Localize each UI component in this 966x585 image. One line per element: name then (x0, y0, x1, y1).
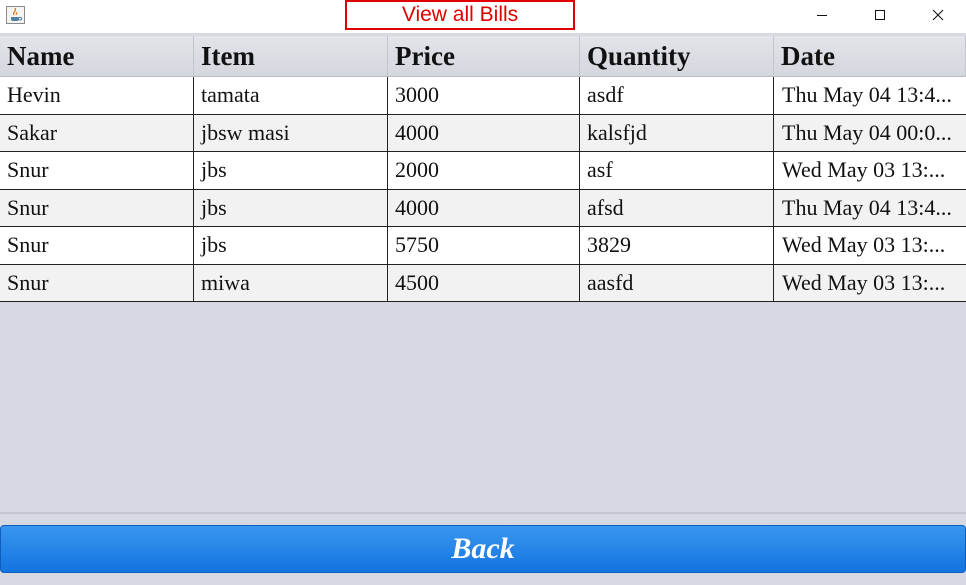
cell-item[interactable]: jbs (194, 227, 388, 264)
bills-table: Name Item Price Quantity Date Hevin tama… (0, 36, 966, 302)
cell-date[interactable]: Thu May 04 13:4... (774, 190, 966, 227)
cell-price[interactable]: 3000 (388, 77, 580, 114)
window-title: View all Bills (345, 0, 575, 30)
cell-date[interactable]: Wed May 03 13:... (774, 265, 966, 302)
cell-price[interactable]: 4500 (388, 264, 580, 301)
table-row[interactable]: Snur miwa 4500 aasfd Wed May 03 13:... (0, 264, 966, 302)
cell-item[interactable]: jbsw masi (194, 114, 388, 151)
cell-quantity[interactable]: aasfd (580, 264, 774, 301)
cell-quantity[interactable]: asf (580, 152, 774, 189)
cell-item[interactable]: tamata (194, 77, 388, 114)
table-row[interactable]: Snur jbs 2000 asf Wed May 03 13:... (0, 152, 966, 190)
cell-price[interactable]: 4000 (388, 189, 580, 226)
close-button[interactable] (909, 0, 966, 30)
close-icon (932, 9, 944, 21)
column-header-name[interactable]: Name (0, 36, 194, 77)
table-row[interactable]: Snur jbs 5750 3829 Wed May 03 13:... (0, 227, 966, 265)
maximize-icon (875, 10, 885, 20)
cell-name[interactable]: Snur (0, 189, 194, 226)
column-header-price[interactable]: Price (388, 36, 580, 77)
cell-name[interactable]: Hevin (0, 77, 194, 114)
column-header-quantity[interactable]: Quantity (580, 36, 774, 77)
table-header: Name Item Price Quantity Date (0, 36, 966, 77)
panel-divider (0, 512, 966, 514)
cell-date[interactable]: Thu May 04 00:0... (774, 115, 966, 152)
cell-quantity[interactable]: 3829 (580, 227, 774, 264)
cell-item[interactable]: jbs (194, 189, 388, 226)
table-row[interactable]: Snur jbs 4000 afsd Thu May 04 13:4... (0, 189, 966, 227)
cell-price[interactable]: 2000 (388, 152, 580, 189)
java-icon (6, 6, 25, 24)
cell-price[interactable]: 4000 (388, 114, 580, 151)
back-button[interactable]: Back (0, 525, 966, 573)
cell-name[interactable]: Snur (0, 227, 194, 264)
column-header-item[interactable]: Item (194, 36, 388, 77)
cell-quantity[interactable]: kalsfjd (580, 114, 774, 151)
cell-name[interactable]: Snur (0, 264, 194, 301)
cell-item[interactable]: jbs (194, 152, 388, 189)
cell-price[interactable]: 5750 (388, 227, 580, 264)
table-row[interactable]: Sakar jbsw masi 4000 kalsfjd Thu May 04 … (0, 114, 966, 152)
cell-quantity[interactable]: afsd (580, 189, 774, 226)
minimize-button[interactable] (793, 0, 851, 30)
title-bar: View all Bills (0, 0, 966, 33)
cell-date[interactable]: Wed May 03 13:... (774, 152, 966, 189)
cell-quantity[interactable]: asdf (580, 77, 774, 114)
cell-date[interactable]: Wed May 03 13:... (774, 227, 966, 264)
minimize-icon (817, 15, 827, 16)
cell-item[interactable]: miwa (194, 264, 388, 301)
table-row[interactable]: Hevin tamata 3000 asdf Thu May 04 13:4..… (0, 77, 966, 115)
cell-name[interactable]: Snur (0, 152, 194, 189)
cell-date[interactable]: Thu May 04 13:4... (774, 77, 966, 114)
maximize-button[interactable] (851, 0, 909, 30)
column-header-date[interactable]: Date (774, 36, 966, 77)
cell-name[interactable]: Sakar (0, 114, 194, 151)
